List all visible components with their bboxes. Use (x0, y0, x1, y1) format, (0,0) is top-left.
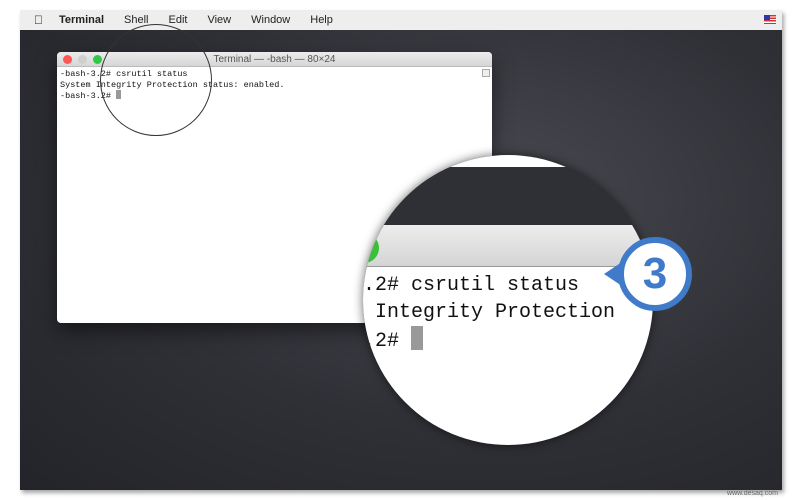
close-button[interactable] (63, 55, 72, 64)
magnified-line: Integrity Protection (363, 301, 616, 324)
step-badge: 3 (604, 237, 692, 311)
apple-icon[interactable]:  (34, 13, 43, 27)
magnified-cursor (411, 326, 424, 350)
menu-terminal[interactable]: Terminal (59, 14, 104, 26)
us-flag-icon[interactable] (764, 15, 776, 24)
menu-view[interactable]: View (207, 14, 231, 26)
window-title: Terminal — -bash — 80×24 (213, 54, 336, 65)
magnified-title-bar (363, 225, 653, 267)
minimize-button[interactable] (78, 55, 87, 64)
menu-edit[interactable]: Edit (169, 14, 188, 26)
magnified-output: .2# csrutil status Integrity Protection.… (363, 267, 653, 445)
magnifier: .2# csrutil status Integrity Protection.… (363, 155, 653, 445)
magnified-line: .2# (363, 330, 412, 353)
zoom-button[interactable] (93, 55, 102, 64)
menu-help[interactable]: Help (310, 14, 333, 26)
menu-window[interactable]: Window (251, 14, 290, 26)
scrollbar-icon[interactable] (482, 69, 490, 77)
highlight-circle (100, 24, 212, 136)
watermark: www.desaq.com (727, 490, 778, 497)
